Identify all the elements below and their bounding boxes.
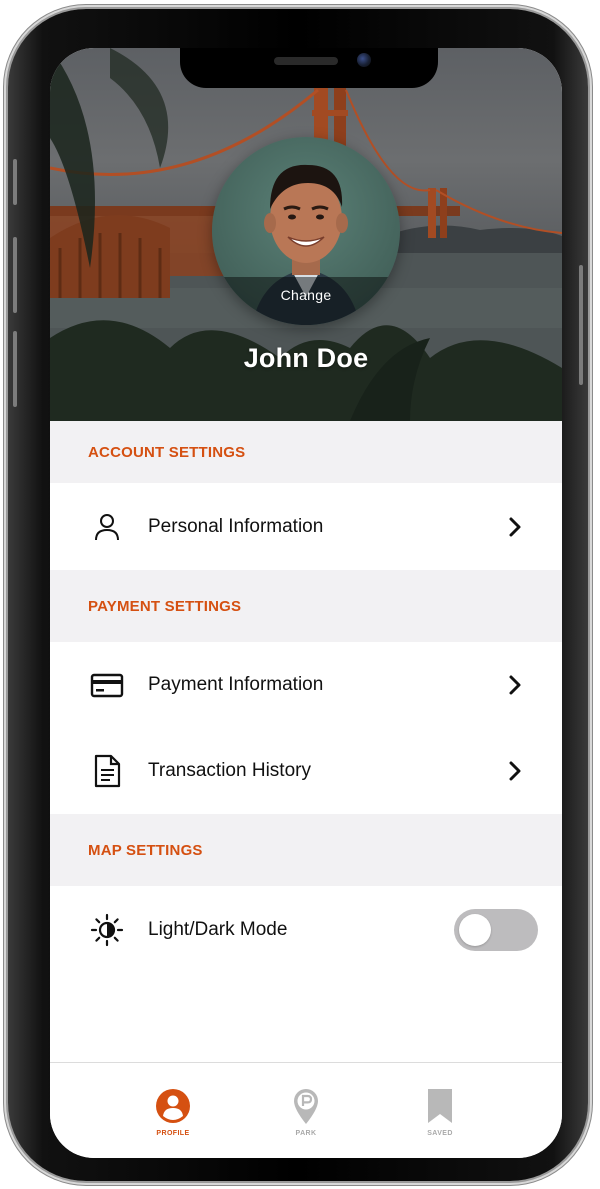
settings-row-light-dark-mode: Light/Dark Mode	[50, 886, 562, 973]
tab-label: PARK	[295, 1130, 317, 1137]
settings-row-personal-information[interactable]: Personal Information	[50, 483, 562, 570]
change-photo-button[interactable]: Change	[212, 277, 400, 325]
tab-label: PROFILE	[156, 1130, 190, 1137]
profile-icon	[155, 1087, 191, 1125]
park-pin-icon	[288, 1087, 324, 1125]
chevron-right-icon	[506, 673, 524, 697]
tab-park[interactable]: PARK	[261, 1063, 351, 1143]
profile-header: Change John Doe	[50, 48, 562, 421]
tab-profile[interactable]: PROFILE	[128, 1063, 218, 1143]
profile-name: John Doe	[243, 343, 369, 373]
settings-row-label: Light/Dark Mode	[148, 918, 288, 940]
brightness-icon	[90, 913, 124, 947]
section-header-payment: PAYMENT SETTINGS	[50, 570, 562, 642]
mute-switch	[13, 159, 17, 205]
bookmark-icon	[422, 1087, 458, 1125]
avatar[interactable]: Change	[212, 137, 400, 325]
tab-label: SAVED	[427, 1130, 453, 1137]
bottom-tab-bar: PROFILE PARK SAVED	[50, 1062, 562, 1158]
volume-up-button	[13, 237, 17, 313]
document-icon	[90, 754, 124, 788]
change-photo-label: Change	[280, 287, 332, 303]
section-header-account: ACCOUNT SETTINGS	[50, 421, 562, 483]
speaker	[274, 57, 338, 65]
front-camera	[357, 53, 371, 67]
phone-frame: Change John Doe ACCOUNT SETTINGS Persona…	[8, 9, 588, 1181]
dark-mode-toggle[interactable]	[454, 908, 538, 951]
chevron-right-icon	[506, 759, 524, 783]
toggle-knob	[459, 913, 491, 946]
section-header-map: MAP SETTINGS	[50, 814, 562, 886]
settings-list: ACCOUNT SETTINGS Personal Information PA…	[50, 421, 562, 973]
screen: Change John Doe ACCOUNT SETTINGS Persona…	[50, 48, 562, 1158]
settings-row-label: Transaction History	[148, 760, 311, 781]
power-button	[579, 265, 583, 385]
settings-row-payment-information[interactable]: Payment Information	[50, 642, 562, 728]
credit-card-icon	[90, 668, 124, 702]
notch	[180, 48, 438, 88]
person-icon	[90, 510, 124, 544]
settings-row-transaction-history[interactable]: Transaction History	[50, 728, 562, 814]
volume-down-button	[13, 331, 17, 407]
chevron-right-icon	[506, 515, 524, 539]
settings-row-label: Payment Information	[148, 674, 324, 695]
tab-saved[interactable]: SAVED	[395, 1063, 485, 1143]
settings-row-label: Personal Information	[148, 515, 324, 537]
